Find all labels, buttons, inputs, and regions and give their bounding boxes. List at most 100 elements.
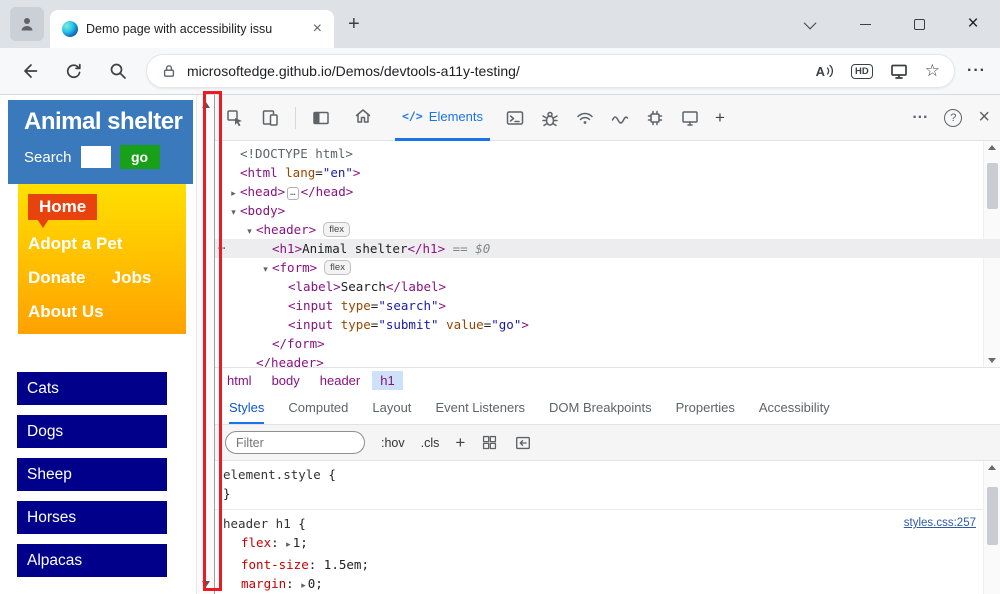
back-arrow-icon: [20, 61, 40, 81]
dom-tree-row[interactable]: ▾<header>flex: [215, 220, 1000, 239]
nav-home-link[interactable]: Home: [28, 194, 97, 220]
main-content: Animal shelter Search go Home Adopt a Pe…: [0, 95, 1000, 594]
favorites-star-icon[interactable]: ☆: [925, 61, 940, 81]
tab-styles[interactable]: Styles: [229, 393, 264, 424]
performance-button[interactable]: [610, 108, 630, 128]
issues-button[interactable]: [540, 108, 560, 128]
browser-tab[interactable]: Demo page with accessibility issu ×: [50, 10, 334, 48]
person-icon: [17, 14, 37, 34]
styles-scroll-up-icon[interactable]: [988, 465, 996, 470]
profile-button[interactable]: [10, 7, 44, 41]
scroll-up-icon[interactable]: [202, 102, 210, 108]
tab-event-listeners[interactable]: Event Listeners: [435, 393, 525, 424]
tab-actions-chevron-icon[interactable]: [784, 0, 838, 48]
tab-elements[interactable]: </> Elements: [395, 95, 490, 141]
dock-side-button[interactable]: [311, 108, 331, 128]
scroll-down-icon[interactable]: [202, 581, 210, 587]
go-button[interactable]: go: [120, 145, 160, 169]
inspect-icon: [225, 108, 245, 128]
more-tools-button[interactable]: +: [715, 108, 725, 128]
dom-tree-row[interactable]: ⋯ <h1>Animal shelter</h1> == $0: [215, 239, 1000, 258]
tab-layout[interactable]: Layout: [372, 393, 411, 424]
device-emulation-button[interactable]: [260, 108, 280, 128]
node-actions-icon[interactable]: ⋯: [218, 239, 225, 258]
refresh-button[interactable]: [58, 55, 90, 87]
nav-adopt-link[interactable]: Adopt a Pet: [28, 234, 186, 254]
css-line: styles.css:257header h1 {: [215, 509, 1000, 533]
dom-tree-row[interactable]: <!DOCTYPE html>: [215, 144, 1000, 163]
inspect-element-button[interactable]: [225, 108, 245, 128]
styles-scrollbar[interactable]: [983, 461, 1000, 594]
page-scrollbar[interactable]: [196, 95, 214, 594]
dom-tree-row[interactable]: <label>Search</label>: [215, 277, 1000, 296]
application-button[interactable]: [680, 108, 700, 128]
tab-close-icon[interactable]: ×: [309, 20, 326, 38]
dom-tree-row[interactable]: </header>: [215, 353, 1000, 367]
tab-dom-breakpoints[interactable]: DOM Breakpoints: [549, 393, 652, 424]
css-source-link[interactable]: styles.css:257: [904, 514, 976, 533]
toggle-hover-state-button[interactable]: :hov: [381, 436, 405, 450]
url-text[interactable]: microsoftedge.github.io/Demos/devtools-a…: [187, 63, 520, 79]
read-aloud-button[interactable]: A: [816, 63, 835, 79]
help-icon[interactable]: ?: [944, 109, 962, 127]
css-line: }: [215, 484, 1000, 503]
css-line: margin: ▸0;: [215, 574, 1000, 594]
network-button[interactable]: [575, 108, 595, 128]
web-capture-button[interactable]: [889, 61, 909, 81]
tab-welcome[interactable]: [346, 95, 380, 141]
site-search-input[interactable]: [81, 146, 111, 168]
nav-about-link[interactable]: About Us: [28, 302, 186, 322]
dom-tree-row[interactable]: <html lang="en">: [215, 163, 1000, 182]
application-icon: [680, 108, 700, 128]
nav-jobs-link[interactable]: Jobs: [112, 268, 152, 288]
animal-button[interactable]: Sheep: [17, 458, 167, 491]
dom-tree-row[interactable]: ▾<form>flex: [215, 258, 1000, 277]
animal-button[interactable]: Dogs: [17, 415, 167, 448]
breadcrumb-item[interactable]: header: [312, 371, 368, 390]
arrow-spacer: [243, 356, 256, 367]
settings-more-icon[interactable]: ···: [967, 62, 986, 80]
animal-button[interactable]: Cats: [17, 372, 167, 405]
dom-tree: <!DOCTYPE html> <html lang="en">▸<head>……: [215, 141, 1000, 367]
devtools-panel: </> Elements: [214, 95, 1000, 594]
customize-devtools-icon[interactable]: ···: [912, 109, 928, 127]
styles-filter-input[interactable]: [225, 431, 365, 454]
memory-button[interactable]: [645, 108, 665, 128]
address-bar[interactable]: microsoftedge.github.io/Demos/devtools-a…: [146, 54, 955, 88]
devtools-toolbar-right: ··· ? ×: [912, 106, 990, 129]
hd-badge[interactable]: HD: [851, 64, 873, 79]
animal-button[interactable]: Horses: [17, 501, 167, 534]
tab-accessibility[interactable]: Accessibility: [759, 393, 830, 424]
breadcrumb-item[interactable]: html: [219, 371, 260, 390]
search-button[interactable]: [102, 55, 134, 87]
read-aloud-letter: A: [816, 64, 825, 79]
breadcrumb-item[interactable]: body: [264, 371, 308, 390]
back-button[interactable]: [14, 55, 46, 87]
dom-tree-row[interactable]: <input type="submit" value="go">: [215, 315, 1000, 334]
close-devtools-icon[interactable]: ×: [978, 106, 990, 129]
tab-properties[interactable]: Properties: [676, 393, 735, 424]
computed-pane-toggle-button[interactable]: [514, 434, 532, 452]
new-tab-button[interactable]: +: [348, 13, 360, 36]
elements-tab-label: Elements: [429, 109, 483, 124]
close-button[interactable]: ×: [946, 0, 1000, 48]
styles-scroll-thumb[interactable]: [987, 487, 998, 545]
element-states-button[interactable]: [481, 434, 498, 451]
maximize-button[interactable]: [892, 0, 946, 48]
tab-computed[interactable]: Computed: [288, 393, 348, 424]
dom-tree-row[interactable]: ▸<head>…</head>: [215, 182, 1000, 201]
dom-tree-row[interactable]: <input type="search">: [215, 296, 1000, 315]
elements-code-icon: </>: [402, 109, 423, 123]
toggle-class-button[interactable]: .cls: [421, 436, 440, 450]
dom-tree-row[interactable]: </form>: [215, 334, 1000, 353]
breadcrumb-item[interactable]: h1: [372, 371, 402, 390]
animal-button[interactable]: Alpacas: [17, 544, 167, 577]
site-search-form: Search go: [24, 145, 193, 169]
new-style-rule-button[interactable]: +: [455, 433, 465, 453]
dom-tree-row[interactable]: ▾<body>: [215, 201, 1000, 220]
console-button[interactable]: [505, 108, 525, 128]
refresh-icon: [64, 61, 84, 81]
minimize-button[interactable]: [838, 0, 892, 48]
nav-donate-link[interactable]: Donate: [28, 268, 86, 288]
site-nav: Home Adopt a Pet Donate Jobs About Us: [18, 184, 186, 334]
